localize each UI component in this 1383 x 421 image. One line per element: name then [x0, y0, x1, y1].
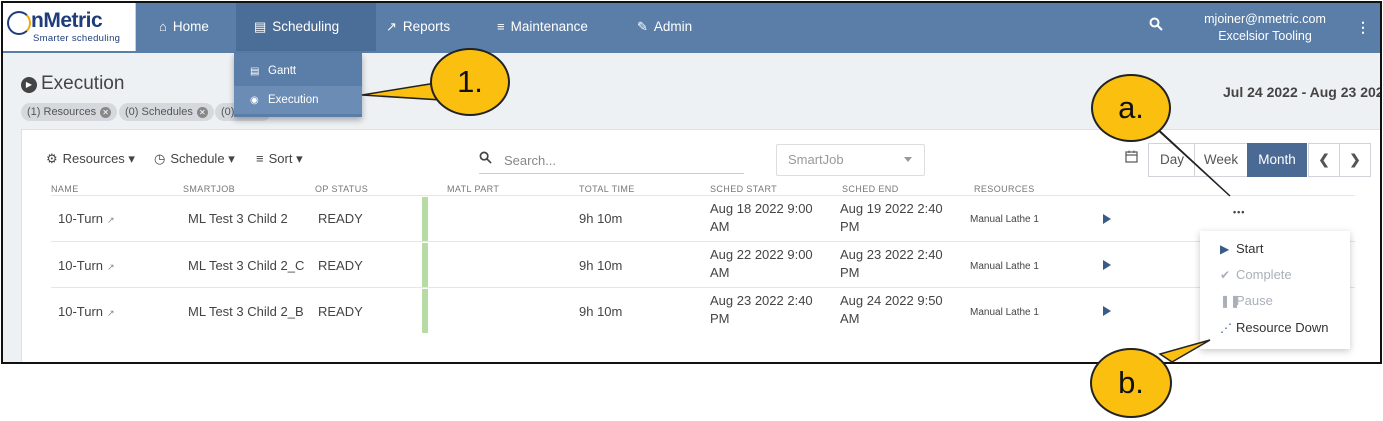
callout-1: 1.: [430, 48, 510, 116]
callout-pointer-b: [1158, 339, 1211, 363]
callout-pointer-a: [1147, 119, 1231, 197]
callout-b: b.: [1090, 348, 1172, 418]
callout-pointers: [361, 82, 1231, 363]
callout-a: a.: [1091, 74, 1171, 142]
